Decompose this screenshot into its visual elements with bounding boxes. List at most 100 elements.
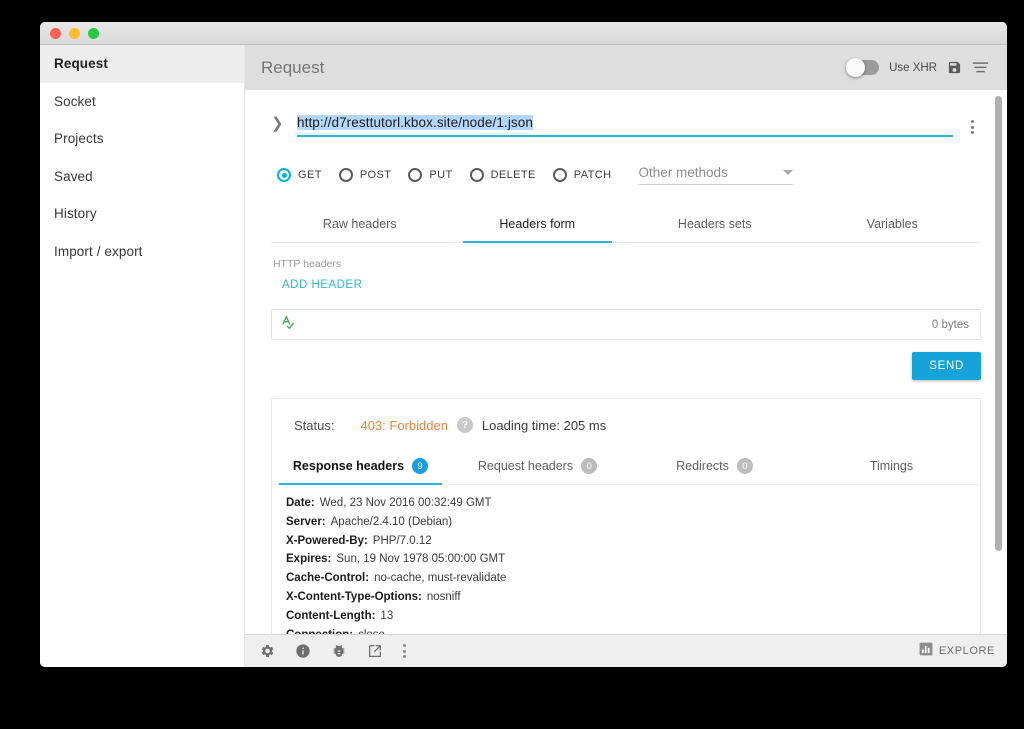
explore-button[interactable]: EXPLORE (919, 642, 995, 661)
add-header-button[interactable]: ADD HEADER (282, 279, 362, 291)
method-label: PATCH (573, 169, 612, 181)
tab-count-badge: 0 (581, 458, 598, 474)
tab-headers-form[interactable]: Headers form (449, 207, 627, 243)
tab-headers-sets[interactable]: Headers sets (626, 207, 804, 242)
minimize-window-button[interactable] (69, 27, 80, 39)
method-radio-patch[interactable]: PATCH (552, 168, 612, 182)
radio-icon (338, 168, 353, 182)
header-value: no-cache, must-revalidate (374, 572, 507, 585)
window-body: Request Socket Projects Saved History Im… (40, 45, 1007, 667)
info-icon[interactable] (295, 643, 311, 659)
header-name: Content-Length: (286, 609, 376, 622)
header-value: 13 (380, 609, 394, 622)
method-label: GET (298, 169, 322, 181)
method-radio-get[interactable]: GET (277, 168, 322, 182)
save-icon[interactable] (947, 60, 962, 75)
sort-menu-icon[interactable] (972, 61, 989, 74)
sidebar-item-saved[interactable]: Saved (40, 158, 244, 196)
http-method-selector: GET POST PUT DELETE PATCH Other methods (271, 165, 981, 185)
header-row: Cache-Control: no-cache, must-revalidate (286, 569, 980, 588)
tab-request-headers[interactable]: Request headers 0 (449, 449, 626, 484)
bug-icon[interactable] (331, 643, 347, 659)
tab-label: Redirects (676, 459, 729, 473)
bottom-toolbar: EXPLORE (245, 634, 1007, 667)
header-name: Server: (286, 515, 326, 528)
url-value: http://d7resttutorl.kbox.site/node/1.jso… (297, 115, 533, 130)
gear-icon[interactable] (259, 643, 275, 659)
tab-variables[interactable]: Variables (804, 207, 982, 242)
use-xhr-toggle[interactable] (846, 58, 880, 77)
header-value: PHP/7.0.12 (372, 534, 432, 547)
other-methods-dropdown[interactable]: Other methods (638, 165, 794, 185)
http-headers-label: HTTP headers (273, 258, 342, 270)
bar-chart-icon (919, 642, 933, 661)
header-name: X-Content-Type-Options: (286, 590, 422, 603)
header-value: Apache/2.4.10 (Debian) (330, 515, 453, 528)
app-window: Request Socket Projects Saved History Im… (40, 22, 1007, 667)
app-toolbar: Request Use XHR (245, 45, 1007, 90)
zoom-window-button[interactable] (88, 27, 99, 39)
vertical-dots-icon (403, 644, 406, 658)
method-radio-delete[interactable]: DELETE (469, 168, 536, 182)
tab-label: Headers sets (677, 217, 752, 231)
tab-label: Headers form (499, 217, 576, 231)
header-value: Wed, 23 Nov 2016 00:32:49 GMT (319, 497, 492, 509)
tab-label: Response headers (292, 459, 405, 473)
request-tabs: Raw headers Headers form Headers sets Va… (271, 207, 981, 243)
status-badge: 403: Forbidden (360, 417, 448, 433)
use-xhr-label: Use XHR (889, 61, 937, 74)
window-titlebar (40, 22, 1007, 45)
send-button[interactable]: SEND (912, 352, 981, 380)
sidebar-item-label: Import / export (54, 243, 143, 259)
tab-count-badge: 0 (736, 458, 753, 474)
sidebar-item-socket[interactable]: Socket (40, 83, 244, 121)
url-input[interactable]: http://d7resttutorl.kbox.site/node/1.jso… (297, 114, 953, 137)
method-radio-post[interactable]: POST (338, 168, 392, 182)
header-row: Connection: close (286, 626, 980, 634)
header-name: Cache-Control: (286, 572, 370, 585)
sidebar-item-history[interactable]: History (40, 195, 244, 233)
tab-response-headers[interactable]: Response headers 9 (272, 449, 449, 485)
sidebar-item-label: Saved (54, 168, 93, 184)
method-radio-put[interactable]: PUT (408, 168, 452, 182)
tab-label: Request headers (477, 459, 574, 473)
method-label: DELETE (490, 169, 536, 181)
sidebar-item-projects[interactable]: Projects (40, 120, 244, 158)
loading-time-label: Loading time: 205 ms (481, 417, 607, 433)
header-row: Server: Apache/2.4.10 (Debian) (286, 513, 980, 532)
open-external-icon[interactable] (367, 643, 383, 659)
tab-label: Raw headers (322, 217, 397, 231)
header-row: X-Powered-By: PHP/7.0.12 (286, 532, 980, 551)
tab-timings[interactable]: Timings (803, 449, 980, 484)
spellcheck-icon[interactable] (281, 314, 297, 335)
sidebar: Request Socket Projects Saved History Im… (40, 45, 245, 667)
send-row: SEND (271, 352, 981, 380)
radio-icon (277, 168, 291, 182)
tab-count-badge: 9 (412, 458, 429, 474)
sidebar-item-request[interactable]: Request (40, 45, 244, 83)
response-headers-list: Date: Wed, 23 Nov 2016 00:32:49 GMT Serve… (272, 485, 980, 634)
toolbar-actions: Use XHR (846, 58, 989, 77)
tab-redirects[interactable]: Redirects 0 (626, 449, 803, 484)
header-name: Date: (286, 497, 315, 509)
header-value: nosniff (426, 590, 461, 603)
url-row: ❯ http://d7resttutorl.kbox.site/node/1.j… (271, 90, 981, 137)
method-label: POST (359, 169, 392, 181)
bottom-overflow-menu[interactable] (403, 644, 406, 658)
url-overflow-menu[interactable] (963, 114, 981, 134)
tab-raw-headers[interactable]: Raw headers (271, 207, 449, 242)
header-row: Expires: Sun, 19 Nov 1978 05:00:00 GMT (286, 550, 980, 569)
chevron-down-icon (783, 170, 794, 175)
vertical-scrollbar[interactable] (995, 96, 1002, 551)
header-name: Expires: (286, 553, 332, 566)
sidebar-item-import-export[interactable]: Import / export (40, 233, 244, 271)
header-value: Sun, 19 Nov 1978 05:00:00 GMT (336, 553, 506, 566)
chevron-right-icon[interactable]: ❯ (271, 114, 285, 134)
request-body-editor[interactable]: 0 bytes (271, 309, 981, 340)
sidebar-item-label: History (54, 206, 97, 222)
header-name: X-Powered-By: (286, 534, 368, 547)
close-window-button[interactable] (50, 27, 61, 39)
toggle-knob (846, 58, 866, 77)
help-icon[interactable]: ? (456, 417, 473, 433)
radio-icon (408, 168, 423, 182)
